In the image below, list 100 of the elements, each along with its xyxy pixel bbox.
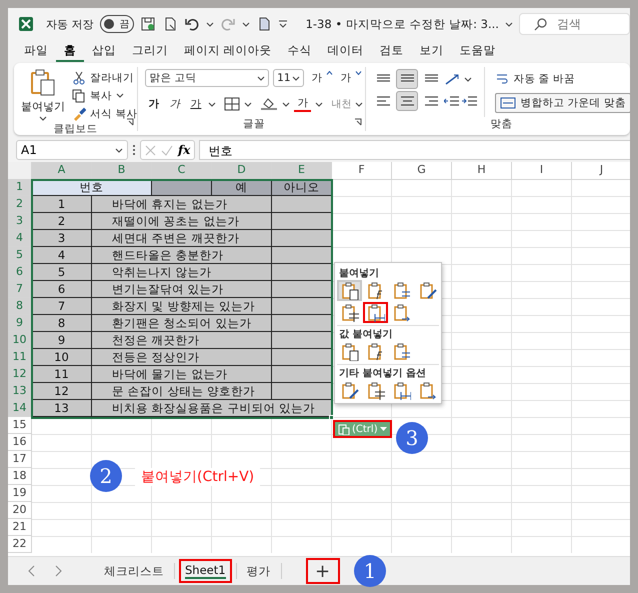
align-button[interactable] xyxy=(396,69,418,89)
increase-font-size-button[interactable]: 가 xyxy=(308,71,326,85)
row-header[interactable]: 21 xyxy=(8,519,32,536)
menu-tab[interactable]: 삽입 xyxy=(84,40,124,62)
column-header[interactable]: D xyxy=(212,162,272,180)
row-header[interactable]: 13 xyxy=(8,383,32,400)
scroll-left-icon[interactable] xyxy=(28,565,36,577)
menu-tab[interactable]: 그리기 xyxy=(124,40,176,62)
add-sheet-button[interactable]: + xyxy=(306,558,340,584)
scroll-right-icon[interactable] xyxy=(54,565,62,577)
menu-tab[interactable]: 보기 xyxy=(412,40,452,62)
paste-button[interactable]: 붙여넣기 xyxy=(21,69,65,114)
name-box[interactable]: A1 xyxy=(16,140,128,160)
increase-indent-icon[interactable] xyxy=(462,94,478,108)
column-header[interactable]: C xyxy=(152,162,212,180)
table-cell: 전등은 정상인가 xyxy=(92,349,272,366)
column-header[interactable]: J xyxy=(572,162,630,180)
dialog-launcher-icon[interactable] xyxy=(354,118,362,126)
checkmark-icon[interactable] xyxy=(161,144,173,156)
row-header[interactable]: 3 xyxy=(8,213,32,230)
row-header[interactable]: 6 xyxy=(8,264,32,281)
caret-down-icon[interactable] xyxy=(242,22,250,26)
customize-toolbar-icon[interactable] xyxy=(278,20,288,28)
caret-down-icon[interactable] xyxy=(208,102,216,106)
row-header[interactable]: 7 xyxy=(8,281,32,298)
sheet-tab[interactable]: 체크리스트 xyxy=(98,559,170,583)
row-header[interactable]: 1 xyxy=(8,179,32,196)
column-header[interactable]: F xyxy=(332,162,392,180)
borders-icon[interactable] xyxy=(224,97,240,111)
paste-option[interactable] xyxy=(337,280,362,301)
paste-option[interactable] xyxy=(363,302,388,323)
caret-down-icon[interactable] xyxy=(39,116,47,121)
font-color-button[interactable]: 가 xyxy=(294,96,312,112)
sheet-tab[interactable]: 평가 xyxy=(240,559,277,583)
row-header[interactable]: 22 xyxy=(8,536,32,553)
autosave-toggle[interactable]: 끔 xyxy=(100,15,134,33)
font-name-field[interactable]: 맑은 고딕 xyxy=(145,69,270,87)
row-header[interactable]: 14 xyxy=(8,400,32,417)
row-header[interactable]: 16 xyxy=(8,434,32,451)
dialog-launcher-icon[interactable] xyxy=(126,118,134,126)
caret-down-icon[interactable] xyxy=(355,102,364,106)
menu-tab[interactable]: 검토 xyxy=(372,40,412,62)
caret-down-icon[interactable] xyxy=(355,71,362,75)
caret-down-icon[interactable] xyxy=(315,102,324,106)
column-header[interactable]: B xyxy=(92,162,152,180)
caret-down-icon[interactable] xyxy=(115,148,123,152)
menu-tab[interactable]: 도움말 xyxy=(452,40,504,62)
menu-tab[interactable]: 데이터 xyxy=(320,40,372,62)
caret-down-icon[interactable] xyxy=(504,22,513,26)
copy-button[interactable]: 복사 xyxy=(72,87,138,104)
decrease-font-size-button[interactable]: 가 xyxy=(337,71,354,85)
caret-down-icon[interactable] xyxy=(206,22,214,26)
row-header[interactable]: 8 xyxy=(8,298,32,315)
bold-button[interactable]: 가 xyxy=(145,97,162,111)
row-header[interactable]: 17 xyxy=(8,451,32,468)
row-header[interactable]: 18 xyxy=(8,468,32,485)
cut-button[interactable]: 잘라내기 xyxy=(72,69,138,86)
row-header[interactable]: 4 xyxy=(8,230,32,247)
format-painter-button[interactable]: 서식 복사 xyxy=(72,105,138,122)
fill-color-icon[interactable] xyxy=(260,97,278,111)
caret-down-icon[interactable] xyxy=(244,102,252,106)
row-header[interactable]: 5 xyxy=(8,247,32,264)
column-header[interactable]: G xyxy=(392,162,452,180)
formula-field[interactable]: 번호 xyxy=(199,140,630,160)
column-header[interactable]: A xyxy=(32,162,92,180)
row-header[interactable]: 9 xyxy=(8,315,32,332)
caret-down-icon[interactable] xyxy=(464,76,472,82)
caret-up-icon[interactable] xyxy=(326,71,334,75)
sheet-tab[interactable]: Sheet1 xyxy=(179,559,232,583)
caret-down-icon[interactable] xyxy=(292,76,300,80)
align-button[interactable] xyxy=(396,91,418,111)
underline-button[interactable]: 가 xyxy=(187,97,204,111)
search-field[interactable]: 검색 xyxy=(518,13,630,35)
caret-down-icon[interactable] xyxy=(257,76,266,80)
save-icon[interactable] xyxy=(140,16,156,32)
row-header[interactable]: 11 xyxy=(8,349,32,366)
wrap-text-button[interactable]: 자동 줄 바꿈 xyxy=(495,70,630,87)
caret-down-icon[interactable] xyxy=(282,102,290,106)
row-header[interactable]: 12 xyxy=(8,366,32,383)
row-header[interactable]: 2 xyxy=(8,196,32,213)
more-options-icon[interactable] xyxy=(132,144,136,156)
undo-icon[interactable] xyxy=(184,16,200,32)
menu-tab[interactable]: 페이지 레이아웃 xyxy=(176,40,280,62)
phonetic-guide-button[interactable]: 내천 xyxy=(331,97,352,111)
column-header[interactable]: I xyxy=(512,162,572,180)
row-header[interactable]: 19 xyxy=(8,485,32,502)
caret-down-icon[interactable] xyxy=(116,93,124,98)
row-header[interactable]: 10 xyxy=(8,332,32,349)
decrease-indent-icon[interactable] xyxy=(444,94,460,108)
column-header[interactable]: E xyxy=(272,162,332,180)
row-header[interactable]: 20 xyxy=(8,502,32,519)
clipboard-icon xyxy=(366,342,384,360)
italic-button[interactable]: 가 xyxy=(166,97,184,111)
insert-function-button[interactable]: fx xyxy=(178,143,190,157)
menu-tab[interactable]: 파일 xyxy=(16,40,56,62)
merge-center-button[interactable]: 병합하고 가운데 맞춤 xyxy=(495,93,630,113)
font-size-field[interactable]: 11 xyxy=(273,69,304,87)
column-header[interactable]: H xyxy=(452,162,512,180)
menu-tab[interactable]: 수식 xyxy=(280,40,320,62)
row-header[interactable]: 15 xyxy=(8,417,32,434)
